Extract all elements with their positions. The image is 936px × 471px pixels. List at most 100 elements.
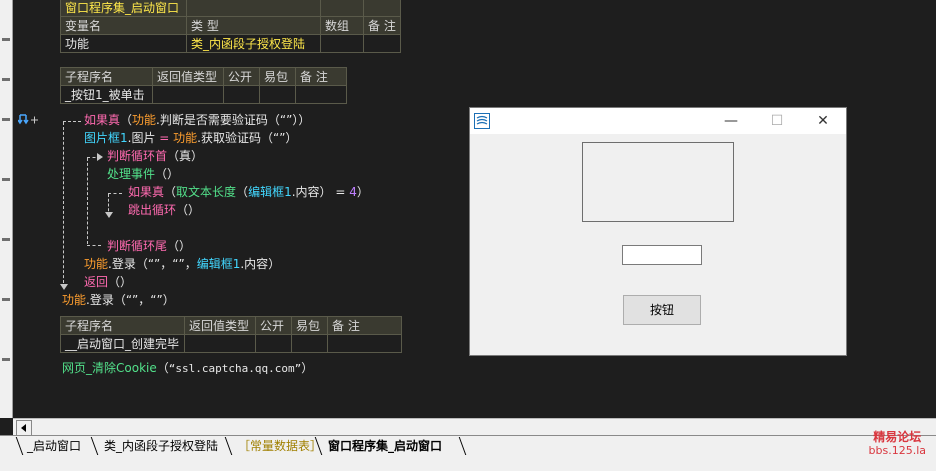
code-line[interactable]: 处理事件（）: [107, 165, 179, 183]
flow-line: [108, 193, 122, 194]
assembly-name-cell[interactable]: 窗口程序集_启动窗口: [60, 0, 187, 17]
forum-logo: 精易论坛 bbs.125.la: [869, 430, 926, 458]
keyword: 判断循环尾: [107, 239, 168, 253]
column-header: 变量名: [60, 16, 187, 35]
variable-table: 窗口程序集_启动窗口 变量名 类 型 数组 备 注 功能 类_内函段子授权登陆: [60, 0, 401, 53]
punct: ）: [268, 257, 281, 271]
horizontal-scrollbar[interactable]: [13, 418, 936, 436]
scroll-left-button[interactable]: [16, 420, 32, 436]
gutter-mark: [2, 358, 10, 361]
punct: （: [156, 361, 169, 375]
tab-class-module[interactable]: 类_内函段子授权登陆: [104, 437, 218, 455]
arrow-down-icon: [105, 212, 113, 218]
code-line[interactable]: 图片框1.图片 = 功能.获取验证码（“”）: [84, 129, 297, 147]
table-cell[interactable]: [327, 334, 402, 353]
column-header: 返回值类型: [152, 67, 224, 86]
tab-window-assembly[interactable]: 窗口程序集_启动窗口: [328, 437, 442, 455]
window-titlebar[interactable]: — ☐ ✕: [470, 108, 846, 134]
column-header: 易包: [259, 67, 296, 86]
code-line[interactable]: 如果真（功能.判断是否需要验证码（“”））: [84, 111, 310, 129]
captcha-picture-box: [582, 142, 734, 222]
flow-line: [87, 245, 101, 246]
subroutine-table: 子程序名 返回值类型 公开 易包 备 注 _按钮1_被单击: [60, 67, 347, 104]
args: （真）: [167, 149, 204, 163]
table-cell[interactable]: [255, 334, 292, 353]
string-literal: “ssl.captcha.qq.com”: [168, 362, 302, 375]
code-line[interactable]: 判断循环尾（）: [107, 237, 191, 255]
code-line[interactable]: 判断循环首（真）: [107, 147, 203, 165]
keyword: 返回: [84, 275, 109, 289]
code-line[interactable]: 网页_清除Cookie（“ssl.captcha.qq.com”）: [62, 359, 313, 378]
maximize-button[interactable]: ☐: [754, 108, 800, 134]
property-name: .内容: [291, 185, 320, 199]
keyword: 处理事件: [107, 167, 156, 181]
method-name: .登录: [86, 293, 114, 307]
function-name: 取文本长度: [176, 185, 237, 199]
captcha-input[interactable]: [622, 245, 702, 265]
arrow-left-icon: [21, 424, 26, 432]
column-header: 子程序名: [60, 316, 185, 335]
table-cell[interactable]: [363, 34, 401, 53]
code-line[interactable]: 返回（）: [84, 273, 132, 291]
args: （“”，“”，: [135, 257, 197, 271]
gutter-mark: [2, 78, 10, 81]
logo-title: 精易论坛: [873, 430, 922, 444]
keyword: 如果真: [128, 185, 165, 199]
column-header: 公开: [223, 67, 260, 86]
subroutine-name[interactable]: __启动窗口_创建完毕: [60, 334, 185, 353]
object-name: 编辑框1: [196, 257, 241, 271]
tab-constants[interactable]: ［常量数据表］: [238, 437, 322, 455]
object-name: 功能: [84, 257, 109, 271]
gutter-mark: [2, 118, 10, 121]
table-cell[interactable]: [291, 334, 328, 353]
flow-line: [63, 121, 81, 122]
subroutine-table: 子程序名 返回值类型 公开 易包 备 注 __启动窗口_创建完毕: [60, 316, 402, 353]
table-cell[interactable]: 类_内函段子授权登陆: [186, 34, 321, 53]
property-name: .图片: [127, 131, 156, 145]
args: （）: [155, 167, 180, 181]
column-header: 公开: [255, 316, 292, 335]
args: （“”，“”）: [113, 293, 175, 307]
function-name: 网页_清除Cookie: [62, 361, 157, 375]
property-name: .内容: [240, 257, 269, 271]
submit-button[interactable]: 按钮: [623, 295, 701, 325]
gutter-mark: [2, 238, 10, 241]
object-name: 功能: [173, 131, 198, 145]
table-cell[interactable]: [184, 334, 256, 353]
code-line[interactable]: 功能.登录（“”，“”）: [62, 291, 175, 309]
close-button[interactable]: ✕: [800, 108, 846, 134]
punct: ）: [356, 185, 369, 199]
column-header: 易包: [291, 316, 328, 335]
keyword: 判断循环首: [107, 149, 168, 163]
tab-startup-window[interactable]: _启动窗口: [27, 437, 81, 455]
gutter-mark: [2, 38, 10, 41]
subroutine-name[interactable]: _按钮1_被单击: [60, 85, 153, 104]
code-line[interactable]: 跳出循环（）: [128, 201, 200, 219]
table-cell[interactable]: 功能: [60, 34, 187, 53]
operator: =: [155, 131, 174, 145]
left-gutter: [0, 0, 13, 418]
column-header: 子程序名: [60, 67, 153, 86]
gutter-mark: [2, 178, 10, 181]
minimize-button[interactable]: —: [708, 108, 754, 134]
arrow-right-icon: [97, 153, 103, 161]
punct: （: [236, 185, 249, 199]
args: （）: [176, 203, 201, 217]
column-header: 备 注: [327, 316, 402, 335]
punct: ）: [301, 361, 314, 375]
args: （“”）: [261, 131, 298, 145]
column-header: 返回值类型: [184, 316, 256, 335]
table-cell[interactable]: [320, 34, 364, 53]
method-name: .获取验证码: [197, 131, 261, 145]
code-line[interactable]: 如果真（取文本长度（编辑框1.内容） = 4）: [128, 183, 369, 201]
table-cell[interactable]: [152, 85, 224, 104]
method-name: .登录: [108, 257, 136, 271]
flow-line: [87, 158, 88, 244]
table-cell[interactable]: [223, 85, 260, 104]
table-cell[interactable]: [259, 85, 296, 104]
table-cell[interactable]: [295, 85, 347, 104]
code-line[interactable]: 功能.登录（“”，“”，编辑框1.内容）: [84, 255, 280, 273]
preview-window[interactable]: — ☐ ✕ 按钮: [469, 107, 847, 356]
keyword: 跳出循环: [128, 203, 177, 217]
flow-arrow-icon: [18, 114, 38, 125]
